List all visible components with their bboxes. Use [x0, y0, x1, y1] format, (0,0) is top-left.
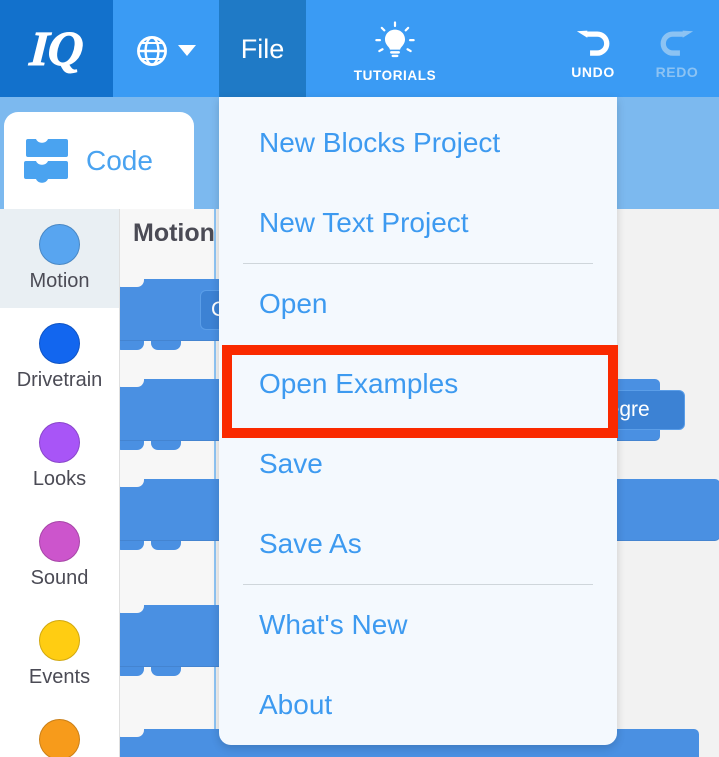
block-notch-bottom [120, 667, 144, 676]
menu-file[interactable]: File [219, 0, 306, 97]
globe-icon [137, 35, 167, 66]
menu-item-whats-new[interactable]: What's New [219, 585, 617, 665]
undo-button[interactable]: UNDO [551, 0, 635, 97]
category-label: Drivetrain [16, 369, 103, 391]
undo-label: UNDO [571, 63, 615, 80]
menu-item-new-blocks-project[interactable]: New Blocks Project [219, 97, 617, 183]
redo-label: REDO [655, 63, 699, 80]
tutorials-label: TUTORIALS [353, 67, 437, 83]
category-color-dot [39, 620, 80, 661]
tab-code-label: Code [86, 144, 153, 176]
tutorials-button[interactable]: TUTORIALS [306, 0, 484, 97]
category-looks[interactable]: Looks [0, 407, 119, 506]
menu-item-open-examples[interactable]: Open Examples [219, 344, 617, 424]
category-drivetrain[interactable]: Drivetrain [0, 308, 119, 407]
logo-text: IQ [28, 21, 85, 77]
chevron-down-icon [178, 45, 196, 56]
category-palette: Motion Drivetrain Looks Sound Events Con… [0, 209, 120, 757]
category-label: Motion [29, 270, 90, 292]
block-notch-bottom [120, 541, 144, 550]
category-label: Looks [32, 468, 87, 490]
category-control[interactable]: Control [0, 704, 119, 757]
block-notch-bottom [120, 441, 144, 450]
undo-arrow-icon [576, 30, 610, 56]
block-notch-top [120, 604, 144, 613]
app-root: Motion Drivetrain Looks Sound Events Con… [0, 0, 719, 757]
tab-code[interactable]: Code [4, 112, 194, 209]
category-color-dot [39, 323, 80, 364]
category-color-dot [39, 521, 80, 562]
menu-item-about[interactable]: About [219, 665, 617, 745]
block-notch-bottom [120, 341, 144, 350]
redo-arrow-icon [660, 30, 694, 56]
lightbulb-icon [375, 20, 415, 57]
category-motion[interactable]: Motion [0, 209, 119, 308]
category-color-dot [39, 422, 80, 463]
redo-button: REDO [635, 0, 719, 97]
category-color-dot [39, 719, 80, 757]
top-toolbar: IQ File TUTORIALS UNDO REDO [0, 0, 719, 97]
category-events[interactable]: Events [0, 605, 119, 704]
category-color-dot [39, 224, 80, 265]
block-notch-top [120, 278, 144, 287]
block-notch-top [120, 378, 144, 387]
menu-item-save[interactable]: Save [219, 424, 617, 504]
file-dropdown-menu: New Blocks Project New Text Project Open… [219, 97, 617, 745]
menu-item-new-text-project[interactable]: New Text Project [219, 183, 617, 263]
block-notch-top [120, 728, 144, 737]
category-sound[interactable]: Sound [0, 506, 119, 605]
language-selector[interactable] [113, 0, 219, 97]
block-notch-top [120, 478, 144, 487]
menu-item-open[interactable]: Open [219, 264, 617, 344]
blocks-icon [24, 138, 68, 183]
menu-item-save-as[interactable]: Save As [219, 504, 617, 584]
menu-file-label: File [240, 34, 285, 64]
app-logo[interactable]: IQ [0, 0, 113, 97]
category-label: Events [28, 666, 91, 688]
category-label: Sound [30, 567, 89, 589]
